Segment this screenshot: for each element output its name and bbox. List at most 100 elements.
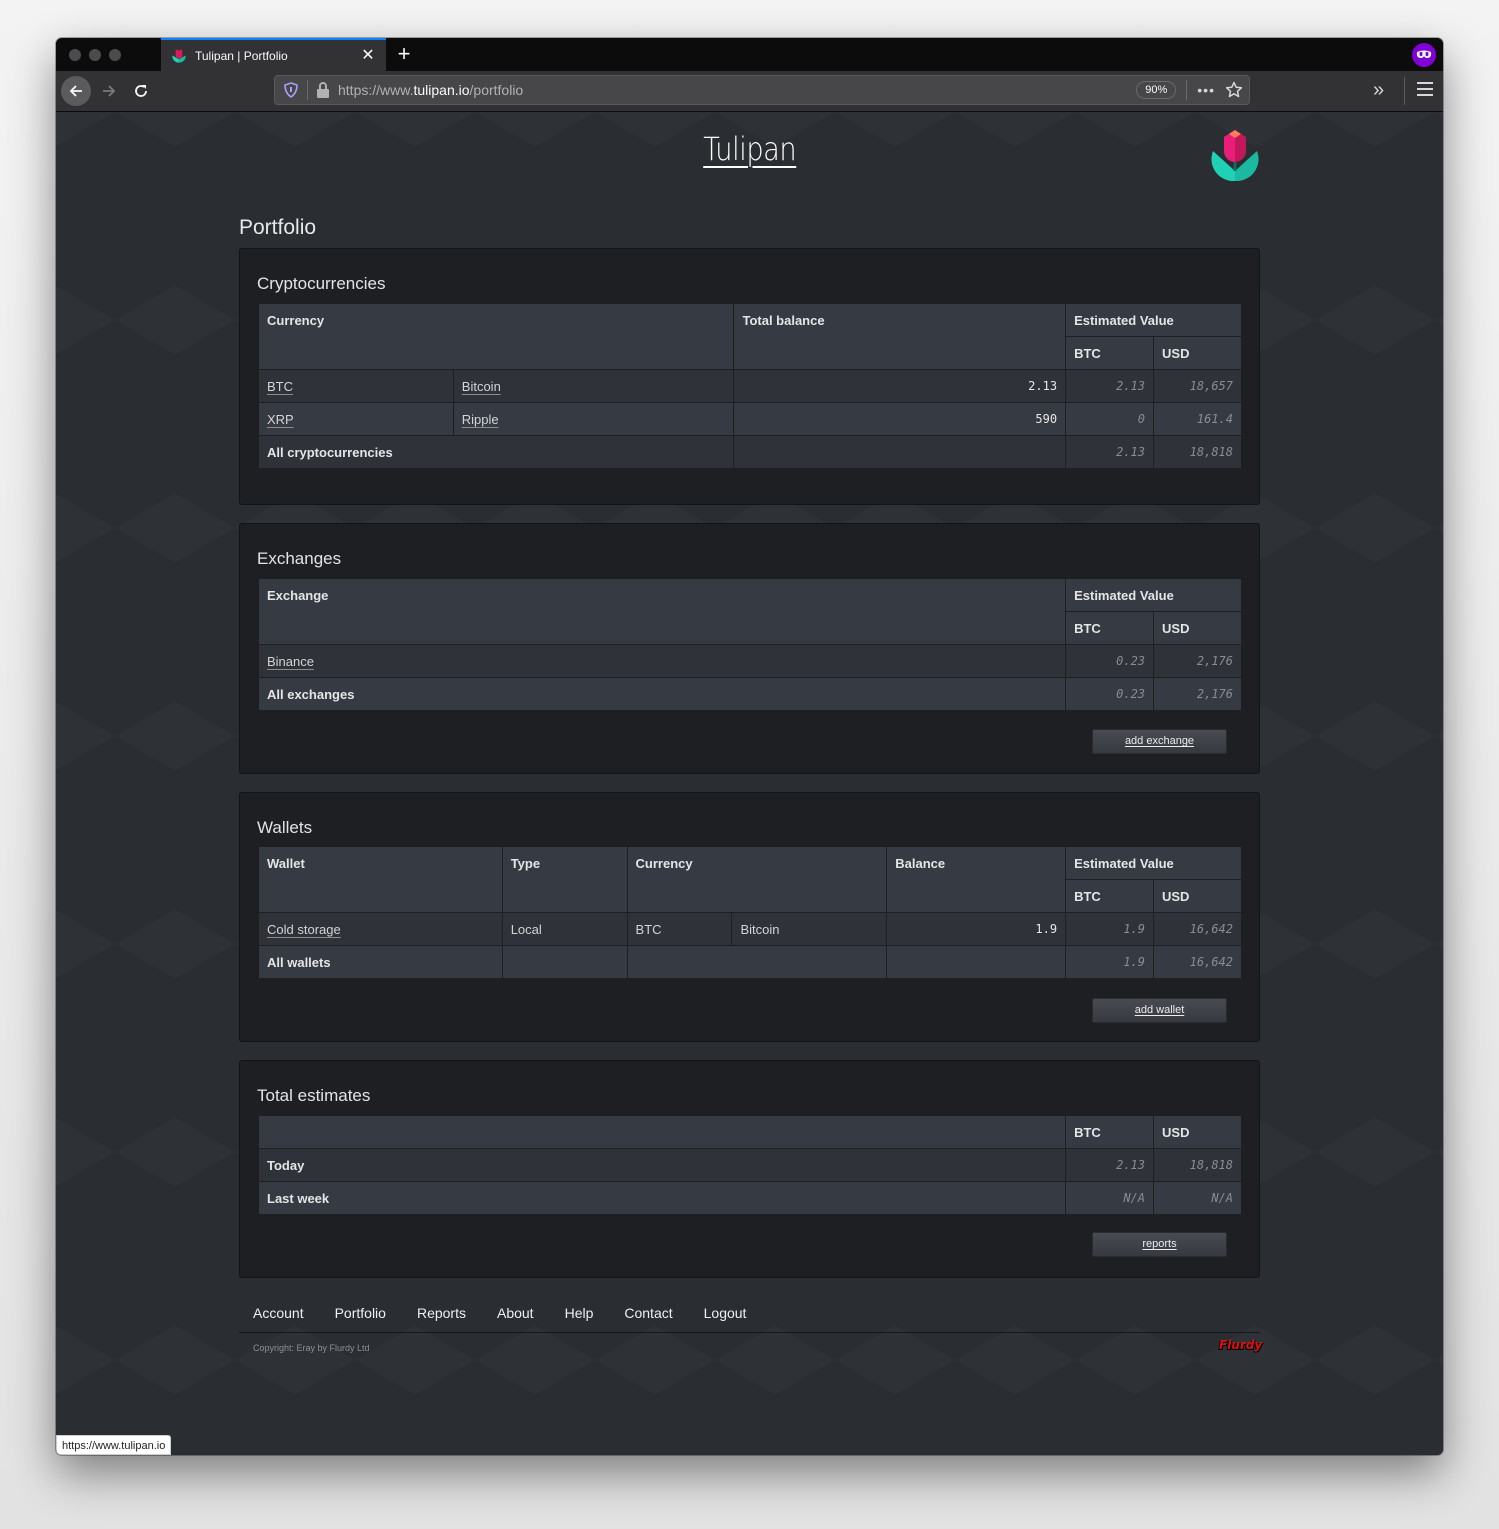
column-header-estimated-value: Estimated Value: [1065, 578, 1242, 612]
tracking-protection-shield-icon[interactable]: [283, 82, 299, 98]
column-header-empty: [257, 1115, 1067, 1149]
window-controls: [69, 49, 121, 61]
cryptocurrencies-table: Currency Total balance Estimated Value B…: [257, 303, 1242, 469]
exchanges-table: Exchange Estimated Value BTC USD Binance…: [257, 578, 1242, 711]
column-header-usd: USD: [1153, 611, 1242, 645]
column-header-currency: Currency: [257, 303, 735, 370]
table-row: Today 2.13 18,818: [257, 1148, 1242, 1182]
lock-icon[interactable]: [316, 82, 330, 98]
currency-code-link[interactable]: XRP: [267, 412, 294, 427]
btc-value: N/A: [1065, 1181, 1155, 1215]
page-actions-menu-icon[interactable]: •••: [1197, 82, 1215, 98]
column-header-estimated-value: Estimated Value: [1065, 303, 1242, 337]
total-balance-value: 590: [733, 402, 1067, 436]
browser-window: Tulipan | Portfolio ✕ + https://www.tuli…: [56, 38, 1443, 1455]
page-heading: Portfolio: [239, 216, 317, 239]
forward-button[interactable]: [94, 76, 124, 106]
footer-link-portfolio[interactable]: Portfolio: [335, 1305, 386, 1321]
page-content: Tulipan Portfolio Cryptocurrencies Curre…: [56, 112, 1443, 1455]
total-usd-value: 16,642: [1153, 945, 1242, 979]
address-bar[interactable]: https://www.tulipan.io/portfolio 90% •••: [274, 75, 1250, 105]
total-estimates-heading: Total estimates: [257, 1086, 371, 1105]
exchanges-card: Exchanges Exchange Estimated Value BTC U…: [239, 523, 1260, 774]
footer-link-contact[interactable]: Contact: [624, 1305, 672, 1321]
separator: [307, 80, 308, 100]
arrow-left-icon: [69, 85, 82, 97]
total-btc-value: 1.9: [1065, 945, 1154, 979]
wallet-link[interactable]: Cold storage: [267, 922, 341, 937]
new-tab-button[interactable]: +: [393, 42, 415, 66]
column-header-btc: BTC: [1065, 1115, 1155, 1149]
footer-link-help[interactable]: Help: [565, 1305, 594, 1321]
footer-link-reports[interactable]: Reports: [417, 1305, 466, 1321]
add-wallet-button[interactable]: add wallet: [1092, 998, 1227, 1023]
toolbar-overflow-chevron-icon[interactable]: »: [1373, 80, 1393, 101]
site-title-link[interactable]: Tulipan: [703, 130, 796, 168]
footer-divider: [239, 1332, 1260, 1333]
bookmark-star-icon[interactable]: [1225, 81, 1243, 99]
btc-value: 2.13: [1065, 1148, 1155, 1182]
footer-link-logout[interactable]: Logout: [704, 1305, 747, 1321]
currency-name: Bitcoin: [731, 912, 888, 946]
total-label: All exchanges: [257, 677, 1067, 711]
period-label: Today: [257, 1148, 1067, 1182]
tulip-favicon-icon: [172, 48, 186, 63]
column-header-currency: Currency: [626, 846, 888, 913]
empty-cell: [886, 945, 1067, 979]
maximize-window-button[interactable]: [109, 49, 121, 61]
table-row: Last week N/A N/A: [257, 1181, 1242, 1215]
wallet-type: Local: [501, 912, 628, 946]
currency-code: BTC: [626, 912, 733, 946]
currency-name-link[interactable]: Bitcoin: [462, 379, 501, 394]
currency-code-link[interactable]: BTC: [267, 379, 293, 394]
column-header-total-balance: Total balance: [733, 303, 1067, 370]
add-exchange-button[interactable]: add exchange: [1092, 729, 1227, 754]
wallets-card: Wallets Wallet Type Currency Balance Est…: [239, 792, 1260, 1042]
table-row: Binance 0.23 2,176: [257, 644, 1242, 678]
separator: [1404, 77, 1405, 105]
total-balance-value: 2.13: [733, 369, 1067, 403]
hamburger-menu-icon[interactable]: [1417, 82, 1433, 98]
private-browsing-icon: [1412, 43, 1436, 67]
minimize-window-button[interactable]: [89, 49, 101, 61]
usd-value: 18,818: [1153, 1148, 1242, 1182]
url-text[interactable]: https://www.tulipan.io/portfolio: [338, 82, 1136, 98]
url-domain: tulipan.io: [413, 82, 470, 98]
column-header-type: Type: [501, 846, 628, 913]
usd-value: N/A: [1153, 1181, 1242, 1215]
close-tab-icon[interactable]: ✕: [360, 47, 376, 64]
cryptocurrencies-card: Cryptocurrencies Currency Total balance …: [239, 248, 1260, 505]
column-header-btc: BTC: [1065, 336, 1155, 370]
total-row: All exchanges 0.23 2,176: [257, 677, 1242, 711]
reload-icon: [135, 85, 147, 97]
currency-name-link[interactable]: Ripple: [462, 412, 499, 427]
footer-nav: Account Portfolio Reports About Help Con…: [253, 1305, 777, 1321]
column-header-usd: USD: [1153, 336, 1242, 370]
tab-tulipan-portfolio[interactable]: Tulipan | Portfolio ✕: [161, 38, 386, 71]
url-path: /portfolio: [469, 82, 524, 98]
status-url-tooltip: https://www.tulipan.io: [56, 1435, 172, 1455]
table-row: Cold storage Local BTC Bitcoin 1.9 1.9 1…: [258, 912, 1242, 946]
footer-link-about[interactable]: About: [497, 1305, 534, 1321]
total-row: All wallets 1.9 16,642: [258, 945, 1242, 979]
empty-cell: [626, 945, 888, 979]
arrow-right-icon: [103, 85, 116, 97]
back-button[interactable]: [61, 76, 91, 106]
total-row: All cryptocurrencies 2.13 18,818: [257, 435, 1242, 469]
usd-value: 18,657: [1153, 369, 1242, 403]
column-header-estimated-value: Estimated Value: [1065, 846, 1242, 880]
flurdy-brand-logo[interactable]: Flurdy: [1219, 1338, 1262, 1352]
exchange-link[interactable]: Binance: [267, 654, 314, 669]
table-row: XRP Ripple 590 0 161.4: [258, 402, 1242, 436]
total-estimates-card: Total estimates BTC USD Today 2.13 18,81…: [239, 1060, 1260, 1278]
tulipan-logo-icon[interactable]: [1211, 129, 1259, 183]
tab-strip: Tulipan | Portfolio ✕ +: [56, 38, 1443, 71]
footer-link-account[interactable]: Account: [253, 1305, 304, 1321]
usd-value: 16,642: [1153, 912, 1242, 946]
reports-button[interactable]: reports: [1092, 1232, 1227, 1257]
zoom-level-button[interactable]: 90%: [1136, 81, 1177, 99]
reload-button[interactable]: [126, 76, 156, 106]
balance-value: 1.9: [886, 912, 1067, 946]
close-window-button[interactable]: [69, 49, 81, 61]
url-prefix: https://www.: [338, 82, 414, 98]
